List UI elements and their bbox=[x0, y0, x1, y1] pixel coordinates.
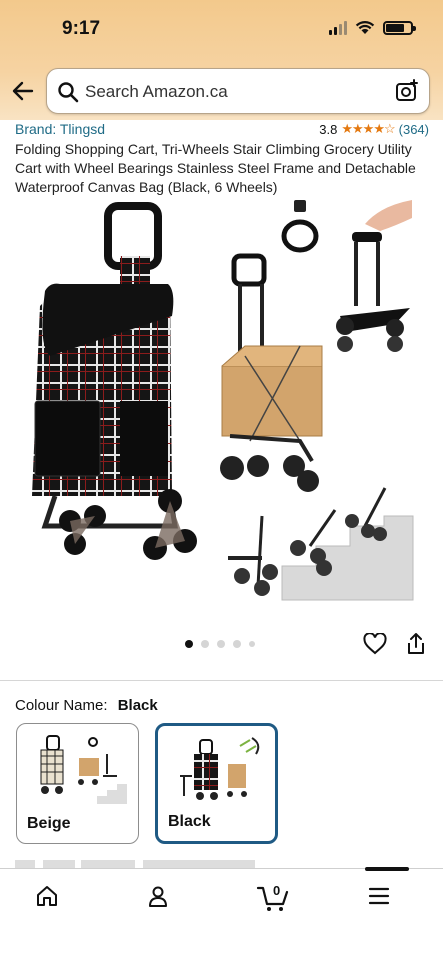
beige-cart-thumbnail bbox=[40, 735, 127, 804]
product-title: Folding Shopping Cart, Tri-Wheels Stair … bbox=[15, 141, 416, 195]
status-time: 9:17 bbox=[62, 18, 101, 39]
wifi-icon bbox=[355, 20, 375, 34]
back-arrow-icon[interactable] bbox=[10, 78, 36, 104]
rating-count[interactable]: (364) bbox=[399, 122, 429, 137]
search-icon bbox=[58, 82, 79, 103]
gallery-dot[interactable] bbox=[233, 640, 241, 648]
colour-selected-value: Black bbox=[117, 697, 158, 714]
nav-home[interactable] bbox=[35, 884, 75, 914]
colour-name-row: Colour Name: Black bbox=[15, 697, 158, 714]
camera-search-icon[interactable] bbox=[395, 79, 419, 103]
wheel-cluster-left bbox=[59, 505, 106, 555]
rating-value: 3.8 bbox=[319, 121, 338, 137]
colour-label: Colour Name: bbox=[15, 697, 108, 714]
cut-off-text-line bbox=[15, 860, 345, 868]
product-image bbox=[32, 200, 414, 601]
folded-cart-image bbox=[336, 200, 412, 352]
nav-menu[interactable] bbox=[367, 884, 407, 914]
heart-icon[interactable] bbox=[363, 633, 387, 655]
brand-rating-row: Brand: Tlingsd 3.8 ★★★★☆ (364) bbox=[15, 121, 429, 139]
gallery-dot[interactable] bbox=[249, 641, 255, 647]
home-icon bbox=[37, 886, 57, 906]
colour-option-label: Black bbox=[168, 813, 211, 830]
rating-stars-icon: ★★★★☆ bbox=[341, 121, 395, 136]
gallery-dot[interactable] bbox=[201, 640, 209, 648]
cart-count: 0 bbox=[273, 883, 281, 898]
stair-climbing-image bbox=[228, 487, 414, 601]
nav-cart[interactable]: 0 bbox=[256, 883, 296, 914]
black-cart-thumbnail bbox=[180, 737, 260, 800]
cable-lock-image bbox=[281, 200, 319, 253]
search-input[interactable]: Search Amazon.ca bbox=[85, 82, 228, 102]
rating[interactable]: 3.8 ★★★★☆ (364) bbox=[319, 121, 429, 137]
cell-signal-icon bbox=[329, 20, 347, 35]
active-tab-indicator bbox=[365, 867, 409, 871]
gallery-dot[interactable] bbox=[185, 640, 193, 648]
colour-option-label: Beige bbox=[27, 815, 71, 832]
battery-icon bbox=[383, 20, 416, 35]
menu-icon bbox=[368, 887, 390, 905]
gallery-dot[interactable] bbox=[217, 640, 225, 648]
status-icons bbox=[329, 20, 416, 35]
colour-option-beige[interactable]: Beige bbox=[16, 723, 139, 844]
bottom-navigation: 0 bbox=[0, 867, 443, 960]
divider bbox=[0, 680, 443, 681]
share-icon[interactable] bbox=[405, 632, 427, 656]
account-icon bbox=[149, 886, 167, 907]
cart-with-box-image bbox=[220, 253, 323, 492]
search-bar[interactable]: Search Amazon.ca bbox=[46, 68, 430, 114]
nav-account[interactable] bbox=[146, 884, 186, 914]
status-bar: 9:17 bbox=[0, 0, 443, 60]
product-image-gallery[interactable] bbox=[0, 196, 443, 616]
brand-link[interactable]: Brand: Tlingsd bbox=[15, 121, 105, 137]
colour-option-black[interactable]: Black bbox=[155, 723, 278, 844]
gallery-pagination[interactable] bbox=[185, 640, 255, 648]
